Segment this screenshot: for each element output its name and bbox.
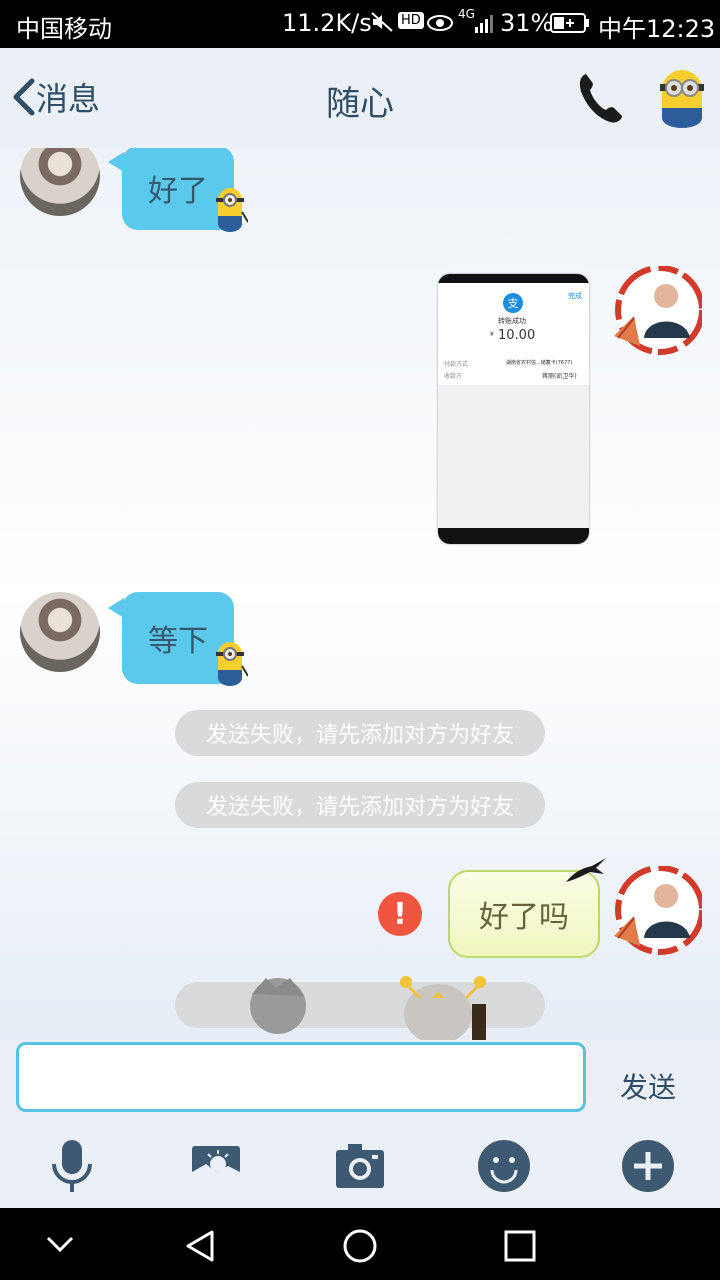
minion-sticker-icon [216,188,248,232]
screenshot-amount: 10.00 [498,328,536,343]
photo-icon[interactable] [188,1138,244,1194]
contact-avatar[interactable] [20,148,100,216]
contact-avatar[interactable] [20,592,100,672]
back-triangle-icon[interactable] [182,1228,218,1264]
system-nav-bar [0,1208,720,1280]
screenshot-done-label: 完成 [568,292,582,300]
mute-icon [370,10,394,40]
system-tip: 发送失败，请先添加对方为好友 [175,710,545,756]
phone-icon [579,74,622,123]
camera-icon[interactable] [332,1138,388,1194]
eye-icon [426,11,454,41]
friend-profile-avatar[interactable] [656,66,708,128]
phone-call-button[interactable] [574,70,626,126]
minion-sticker-icon [216,642,248,686]
screenshot-nav-bar [438,528,589,544]
network-type: 4G [458,7,475,21]
message-text: 好了 [148,174,208,209]
screenshot-label-payment: 付款方式 [444,361,469,368]
transfer-screenshot-image[interactable]: 支 完成 转账成功 ¥ 10.00 付款方式 湖南省农村信...储蓄卡(7677… [438,274,589,544]
emoji-icon[interactable] [476,1138,532,1194]
send-failed-icon[interactable]: ! [378,892,422,936]
chat-message-list[interactable]: 好了 支 完成 转账成功 ¥ 10.00 付款方式 湖南省农村信...储蓄卡(7… [0,148,720,1040]
screenshot-currency: ¥ [490,331,494,338]
signal-icon [474,12,496,40]
screenshot-value-payee: 蒋丽(凯卫华) [542,373,577,380]
screenshot-status-bar [438,274,589,283]
chevron-down-icon[interactable] [44,1228,76,1260]
input-bar: 发送 [0,1040,720,1208]
mic-icon[interactable] [44,1138,100,1194]
network-speed: 11.2K/s [282,9,372,37]
plus-icon[interactable] [620,1138,676,1194]
screenshot-value-payment: 湖南省农村信...储蓄卡(7677) [506,360,573,366]
my-avatar[interactable] [610,266,702,358]
status-bar: 中国移动 11.2K/s HD 4G 31% 中午12:23 [0,0,720,48]
hd-icon: HD [398,12,424,29]
carrier-label: 中国移动 [16,15,112,43]
clock: 中午12:23 [598,15,716,43]
screenshot-receipt: 支 完成 转账成功 ¥ 10.00 付款方式 湖南省农村信...储蓄卡(7677… [438,283,589,385]
anime-sticker-icon [400,976,486,1040]
message-text: 好了吗 [479,900,569,935]
battery-percent: 31% [500,9,554,37]
battery-icon [550,12,590,40]
recents-square-icon[interactable] [502,1228,538,1264]
message-text: 等下 [148,624,208,659]
svg-text:支: 支 [508,297,519,310]
home-circle-icon[interactable] [342,1228,378,1264]
swallow-icon [566,858,606,882]
send-button[interactable]: 发送 [620,1066,676,1106]
chat-header: 消息 随心 [0,48,720,148]
alipay-icon: 支 [503,293,523,313]
screenshot-label-payee: 收款方 [444,373,463,380]
screenshot-status: 转账成功 [498,317,526,325]
my-avatar[interactable] [610,866,702,958]
character-sticker-icon [250,978,306,1034]
system-tip: 发送失败，请先添加对方为好友 [175,782,545,828]
message-input[interactable] [16,1042,586,1112]
